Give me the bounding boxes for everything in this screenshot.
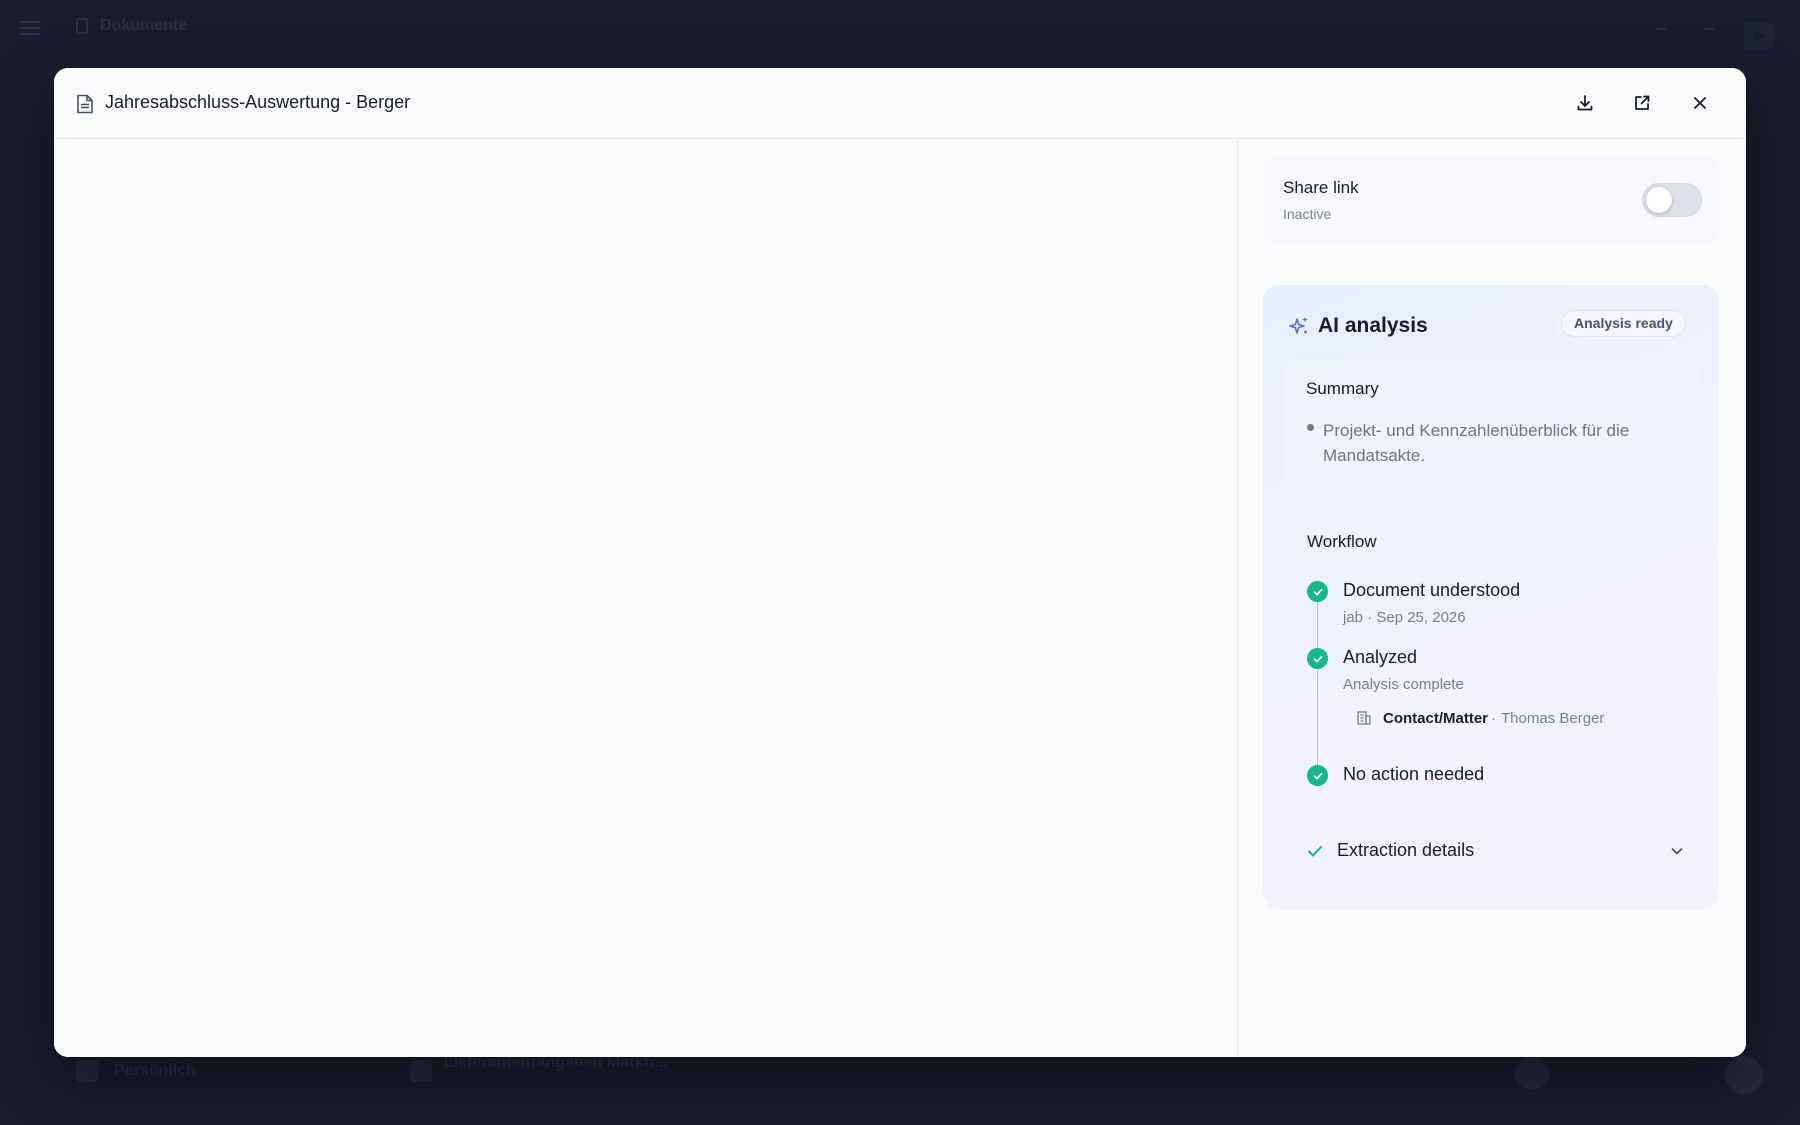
- status-badge: Analysis ready: [1561, 310, 1686, 337]
- background-dash: [1704, 28, 1714, 30]
- building-icon: [1357, 711, 1371, 725]
- avatar: [1515, 1056, 1549, 1090]
- external-link-icon: [1635, 95, 1650, 110]
- document-preview: [54, 140, 1238, 1057]
- ai-analysis-title: AI analysis: [1318, 314, 1428, 337]
- contact-matter-value[interactable]: Thomas Berger: [1501, 710, 1604, 727]
- workflow-connector: [1317, 590, 1318, 774]
- check-circle-icon: [1307, 581, 1328, 602]
- background-dash: [1656, 28, 1666, 30]
- ai-analysis-card: AI analysis Analysis ready Summary Proje…: [1263, 285, 1719, 909]
- workflow-step-title: Analyzed: [1343, 647, 1418, 667]
- bullet-icon: [1307, 424, 1314, 431]
- contact-matter-label: Contact/Matter: [1383, 710, 1489, 727]
- document-icon: [77, 94, 93, 114]
- close-icon: [1694, 97, 1706, 109]
- workflow-step-title: Document understood: [1343, 580, 1521, 600]
- share-link-status: Inactive: [1283, 206, 1332, 222]
- file-icon: [410, 1060, 432, 1082]
- download-icon: [1577, 95, 1593, 111]
- chevron-down-icon: [1671, 848, 1683, 855]
- extraction-details-toggle[interactable]: Extraction details: [1285, 833, 1699, 869]
- summary-section: Summary Projekt- und Kennzahlenüberblick…: [1285, 360, 1699, 490]
- background-topbar: Dokumente: [0, 0, 1800, 56]
- background-bottom-label: Persönlich: [114, 1062, 196, 1079]
- download-button[interactable]: [1568, 86, 1602, 120]
- close-button[interactable]: [1683, 86, 1717, 120]
- summary-title: Summary: [1306, 379, 1379, 398]
- share-link-card: Share link Inactive: [1263, 156, 1719, 245]
- summary-bullet: Projekt- und Kennzahlenüberblick für die…: [1323, 421, 1630, 465]
- contact-separator: ·: [1491, 710, 1496, 727]
- toggle-knob: [1646, 187, 1672, 213]
- share-link-toggle[interactable]: [1642, 183, 1702, 217]
- sparkles-icon: [1289, 316, 1308, 334]
- menu-icon: [20, 17, 40, 37]
- person-icon: [76, 1060, 98, 1082]
- check-icon: [1308, 846, 1322, 857]
- check-circle-icon: [1307, 765, 1328, 786]
- check-circle-icon: [1307, 648, 1328, 669]
- workflow-title: Workflow: [1307, 532, 1377, 551]
- background-app-title: Dokumente: [100, 17, 188, 34]
- workflow-step-title: No action needed: [1343, 764, 1485, 784]
- folder-icon: [76, 18, 88, 34]
- share-link-title: Share link: [1283, 178, 1359, 197]
- avatar: [1725, 1056, 1763, 1094]
- document-modal: Jahresabschluss-Auswertung - Berger Shar…: [54, 68, 1746, 1057]
- open-external-button[interactable]: [1625, 86, 1659, 120]
- workflow-step-subtitle: Analysis complete: [1343, 676, 1464, 693]
- details-sidebar: Share link Inactive AI analysis Analysis…: [1239, 140, 1746, 1057]
- app-logo-icon: [1744, 22, 1774, 50]
- modal-title: Jahresabschluss-Auswertung - Berger: [105, 92, 411, 112]
- extraction-details-label: Extraction details: [1337, 840, 1475, 860]
- workflow-step-subtitle: jab · Sep 25, 2026: [1343, 609, 1466, 626]
- modal-header: Jahresabschluss-Auswertung - Berger: [54, 68, 1746, 139]
